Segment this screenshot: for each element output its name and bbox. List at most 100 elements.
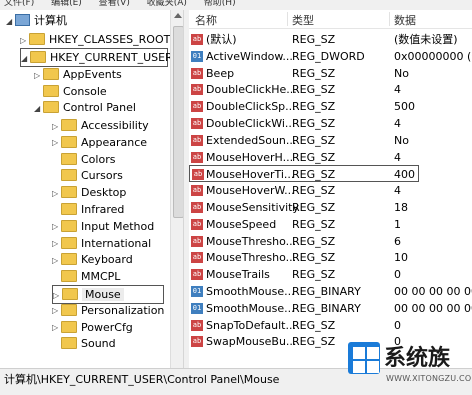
tree-node-personalization[interactable]: ▷ Personalization <box>52 302 164 319</box>
value-row[interactable]: 01SmoothMouse...REG_BINARY 00 00 00 00 00… <box>189 283 472 300</box>
tree-node-control-panel[interactable]: ◢ Control Panel <box>34 99 136 116</box>
expand-arrow-icon[interactable]: ▷ <box>52 235 61 252</box>
expand-arrow-icon[interactable]: ▷ <box>52 134 61 151</box>
tree-scrollbar[interactable] <box>170 10 184 368</box>
value-name: MouseTrails <box>206 268 270 282</box>
string-value-icon: ab <box>191 118 203 129</box>
tree-node-appevents[interactable]: ▷ AppEvents <box>34 66 122 83</box>
collapse-arrow-icon[interactable]: ◢ <box>6 13 15 30</box>
value-row[interactable]: ab MouseTrails REG_SZ 0 <box>189 266 472 283</box>
value-row[interactable]: ab DoubleClickSp... REG_SZ 500 <box>189 98 472 115</box>
string-value-icon: ab <box>191 67 203 79</box>
value-type: REG_SZ <box>292 268 336 282</box>
tree-node-computer[interactable]: ◢ 计算机 <box>6 12 67 29</box>
value-type: REG_SZ <box>292 66 336 80</box>
value-row[interactable]: ab DoubleClickHe... REG_SZ 4 <box>189 81 472 98</box>
collapse-arrow-icon[interactable]: ◢ <box>34 100 43 117</box>
value-name: (默认) <box>206 33 237 46</box>
expand-arrow-icon[interactable]: ▷ <box>52 252 61 269</box>
value-row[interactable]: ab ExtendedSoun... REG_SZ No <box>189 132 472 149</box>
menu-help[interactable]: 帮助(H) <box>204 0 236 8</box>
tree-node-hkcr[interactable]: ▷ HKEY_CLASSES_ROOT <box>20 31 170 48</box>
value-data: 4 <box>394 117 401 130</box>
column-divider[interactable] <box>389 12 390 26</box>
value-row[interactable]: 01SmoothMouse...REG_BINARY 00 00 00 00 00… <box>189 300 472 317</box>
value-row[interactable]: ab Beep REG_SZ No <box>189 65 472 82</box>
binary-value-icon: 01 <box>191 302 203 314</box>
string-value-icon: ab <box>191 101 203 113</box>
value-row[interactable]: ab DoubleClickWi... REG_SZ 4 <box>189 115 472 132</box>
folder-icon <box>61 186 77 199</box>
binary-value-icon: 01 <box>191 50 203 62</box>
expand-arrow-icon[interactable]: ▷ <box>20 32 29 49</box>
value-name: MouseSpeed <box>206 217 277 231</box>
scroll-up-icon[interactable] <box>174 13 182 18</box>
expand-arrow-icon[interactable]: ▷ <box>52 302 61 319</box>
tree-node-mmcpl[interactable]: MMCPL <box>52 268 120 285</box>
folder-icon <box>61 203 77 215</box>
string-value-icon: ab <box>191 319 203 331</box>
expand-arrow-icon[interactable]: ▷ <box>52 319 61 336</box>
expand-arrow-icon[interactable]: ▷ <box>52 185 61 202</box>
value-name: SmoothMouse... <box>206 285 295 298</box>
tree-node-sound[interactable]: Sound <box>52 335 116 352</box>
collapse-arrow-icon[interactable]: ◢ <box>21 50 30 67</box>
tree-node-infrared[interactable]: Infrared <box>52 201 124 218</box>
menu-favorites[interactable]: 收藏夹(A) <box>147 0 187 8</box>
value-name: MouseSensitivity <box>206 201 299 214</box>
tree-node-hkcu[interactable]: ◢ HKEY_CURRENT_USER <box>20 48 173 67</box>
string-value-icon: ab <box>191 151 203 163</box>
tree-node-input-method[interactable]: ▷ Input Method <box>52 218 154 235</box>
folder-icon <box>61 152 77 165</box>
folder-icon <box>61 135 77 148</box>
value-row[interactable]: ab MouseThresho... REG_SZ 6 <box>189 233 472 250</box>
string-value-icon: ab <box>191 34 203 45</box>
tree-node-desktop[interactable]: ▷ Desktop <box>52 184 126 201</box>
column-divider[interactable] <box>287 12 288 26</box>
tree-node-cursors[interactable]: Cursors <box>52 167 123 184</box>
tree-node-accessibility[interactable]: ▷ Accessibility <box>52 117 149 134</box>
expand-arrow-icon[interactable]: ▷ <box>34 67 43 84</box>
value-type: REG_DWORD <box>292 49 365 63</box>
expand-arrow-icon[interactable]: ▷ <box>52 218 61 235</box>
menu-file[interactable]: 文件(F) <box>4 0 34 8</box>
tree-label: Personalization <box>81 303 165 317</box>
column-data[interactable]: 数据 <box>394 12 416 28</box>
value-data: (数值未设置) <box>394 33 458 46</box>
value-row[interactable]: 01ActiveWindow...REG_DWORD 0x00000000 (0) <box>189 48 472 65</box>
menu-edit[interactable]: 编辑(E) <box>51 0 82 8</box>
tree-node-console[interactable]: Console <box>34 83 107 100</box>
tree-label: International <box>81 236 152 250</box>
value-row[interactable]: ab MouseSensitivity REG_SZ 18 <box>189 199 472 216</box>
tree-node-appearance[interactable]: ▷ Appearance <box>52 134 147 151</box>
binary-value-icon: 01 <box>191 286 203 297</box>
menu-view[interactable]: 查看(V) <box>99 0 130 8</box>
value-type: REG_SZ <box>292 133 336 147</box>
value-data: No <box>394 133 409 147</box>
string-value-icon: ab <box>191 134 203 146</box>
tree-node-powercfg[interactable]: ▷ PowerCfg <box>52 319 133 336</box>
value-row[interactable]: ab (默认) REG_SZ (数值未设置) <box>189 31 472 48</box>
value-row[interactable]: ab MouseSpeed REG_SZ 1 <box>189 216 472 233</box>
tree-node-international[interactable]: ▷ International <box>52 235 151 252</box>
column-name[interactable]: 名称 <box>195 12 217 28</box>
value-row[interactable]: ab SnapToDefault... REG_SZ 0 <box>189 317 472 334</box>
value-data: 00 00 00 00 00 00 <box>394 285 472 298</box>
expand-arrow-icon[interactable]: ▷ <box>52 118 61 135</box>
tree-node-colors[interactable]: Colors <box>52 151 115 168</box>
windows-logo-icon <box>348 342 380 374</box>
value-row[interactable]: ab MouseThresho... REG_SZ 10 <box>189 249 472 266</box>
column-type[interactable]: 类型 <box>292 12 314 28</box>
value-name: DoubleClickSp... <box>206 100 296 114</box>
tree-label: Infrared <box>81 203 125 216</box>
value-data: 00 00 00 00 00 00 <box>394 301 472 315</box>
tree-node-keyboard[interactable]: ▷ Keyboard <box>52 251 133 268</box>
value-data: 500 <box>394 100 415 114</box>
value-data: 4 <box>394 150 401 164</box>
folder-icon <box>61 303 77 316</box>
value-row[interactable]: ab MouseHoverTi... REG_SZ 400 <box>189 165 419 183</box>
value-type: REG_SZ <box>292 150 336 164</box>
value-name: SwapMouseBu... <box>206 335 297 349</box>
value-row[interactable]: ab MouseHoverW... REG_SZ 4 <box>189 182 472 199</box>
value-row[interactable]: ab MouseHoverH... REG_SZ 4 <box>189 149 472 166</box>
